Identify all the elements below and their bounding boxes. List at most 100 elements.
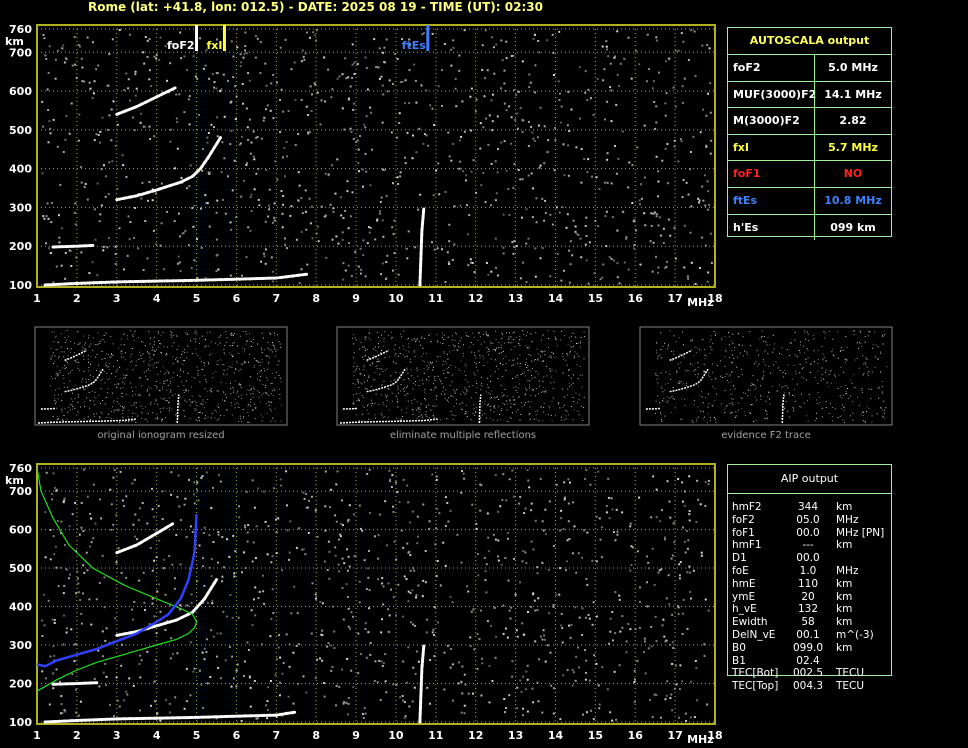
noise-dot: [575, 146, 578, 149]
noise-dot: [324, 172, 327, 175]
thumb-noise: [429, 421, 430, 423]
thumb-noise: [657, 355, 659, 357]
thumb-noise: [837, 357, 839, 359]
thumb-noise: [366, 409, 368, 411]
thumb-noise: [480, 421, 482, 423]
noise-dot: [334, 554, 337, 557]
thumb-noise: [243, 362, 245, 364]
thumb-noise: [123, 383, 125, 385]
thumb-noise: [510, 349, 512, 350]
thumb-noise: [269, 356, 270, 358]
thumb-noise: [140, 340, 142, 342]
noise-dot: [638, 626, 641, 629]
thumb-noise: [94, 404, 96, 406]
noise-dot: [490, 204, 492, 207]
thumb-noise: [496, 347, 498, 349]
noise-dot: [382, 93, 385, 96]
noise-dot: [630, 545, 633, 548]
thumb-noise: [139, 393, 140, 395]
noise-dot: [682, 40, 685, 43]
noise-dot: [404, 156, 406, 159]
noise-dot: [546, 150, 549, 153]
thumb-noise: [763, 371, 765, 373]
thumb-noise: [94, 344, 96, 346]
noise-dot: [346, 180, 349, 183]
noise-dot: [479, 483, 482, 486]
noise-dot: [282, 662, 285, 665]
thumb-noise: [417, 375, 419, 377]
noise-dot: [627, 186, 630, 189]
noise-dot: [196, 77, 199, 80]
noise-dot: [584, 616, 587, 619]
thumb-noise: [430, 409, 432, 411]
noise-dot: [298, 282, 301, 284]
noise-dot: [611, 508, 614, 511]
noise-dot: [129, 221, 132, 223]
thumb-noise: [580, 337, 582, 339]
noise-dot: [671, 613, 674, 616]
noise-dot: [335, 704, 337, 707]
thumb-noise: [397, 398, 399, 400]
noise-dot: [246, 641, 249, 644]
y-tick-label: 300: [9, 639, 32, 652]
thumb-noise: [250, 401, 251, 403]
noise-dot: [107, 128, 109, 131]
thumb-noise: [226, 397, 228, 399]
noise-dot: [107, 237, 110, 239]
noise-dot: [686, 275, 689, 278]
thumb-noise: [121, 356, 123, 358]
noise-dot: [240, 61, 243, 64]
thumb-noise: [784, 406, 786, 408]
noise-dot: [279, 99, 281, 101]
noise-dot: [149, 138, 152, 141]
noise-dot: [91, 96, 94, 99]
noise-dot: [544, 199, 547, 202]
noise-dot: [707, 609, 710, 612]
noise-dot: [107, 193, 110, 195]
thumb-noise: [884, 409, 885, 411]
noise-dot: [382, 603, 385, 606]
noise-dot: [451, 601, 454, 604]
thumb-noise: [850, 395, 851, 397]
noise-dot: [293, 61, 296, 64]
thumb-noise: [823, 379, 825, 381]
noise-dot: [525, 208, 528, 211]
noise-dot: [433, 124, 436, 126]
thumb-noise: [418, 411, 420, 413]
thumb-noise: [555, 338, 557, 340]
thumb-noise: [100, 379, 102, 381]
aip-unit: km: [836, 616, 853, 629]
thumb-noise: [829, 371, 831, 373]
thumb-noise: [111, 353, 113, 354]
thumb-noise: [99, 370, 101, 372]
noise-dot: [526, 664, 529, 667]
noise-dot: [585, 577, 588, 580]
noise-dot: [297, 133, 300, 135]
noise-dot: [292, 651, 295, 654]
noise-dot: [655, 36, 658, 39]
noise-dot: [508, 694, 511, 697]
noise-dot: [86, 495, 89, 498]
noise-dot: [549, 275, 552, 278]
noise-dot: [572, 219, 575, 222]
thumb-noise: [395, 371, 397, 373]
noise-dot: [706, 44, 709, 46]
thumb-noise: [716, 364, 718, 366]
thumb-noise: [765, 400, 767, 402]
thumb-noise: [204, 388, 206, 390]
noise-dot: [350, 275, 353, 278]
noise-dot: [377, 66, 380, 69]
thumb-noise: [247, 340, 249, 342]
thumb-noise: [730, 393, 732, 395]
x-tick-label: 1: [33, 729, 41, 742]
noise-dot: [655, 213, 658, 216]
noise-dot: [379, 699, 382, 702]
thumb-noise: [264, 392, 266, 393]
noise-dot: [365, 656, 368, 659]
noise-dot: [416, 542, 419, 545]
noise-dot: [341, 668, 343, 671]
thumb-noise: [59, 369, 61, 371]
thumb-noise: [453, 349, 455, 351]
thumb-noise: [512, 396, 514, 398]
noise-dot: [708, 203, 711, 206]
